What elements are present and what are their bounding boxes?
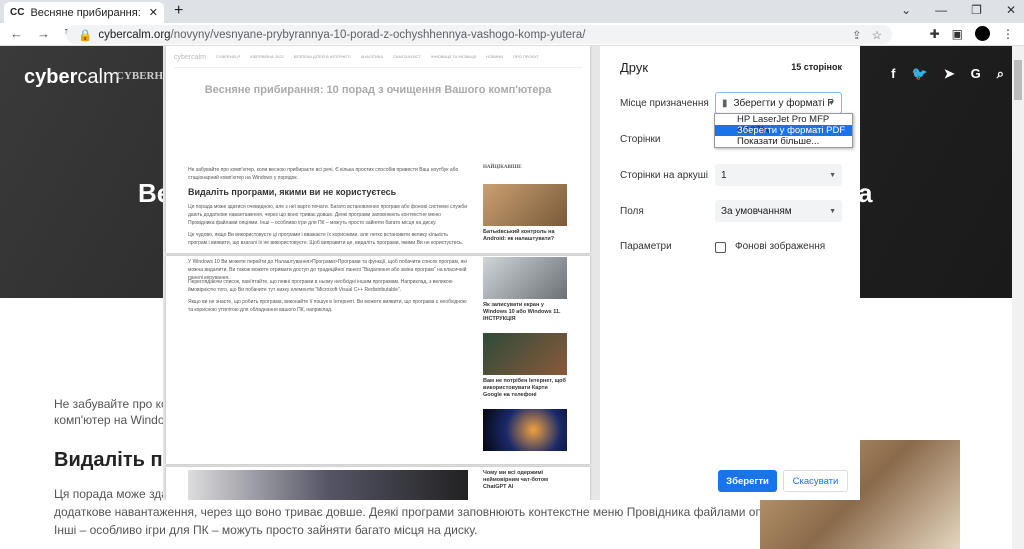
margins-select[interactable]: За умовчанням ▼ bbox=[715, 200, 842, 222]
menu-icon[interactable]: ⋮ bbox=[1002, 27, 1014, 41]
pages-per-sheet-value: 1 bbox=[721, 169, 727, 181]
search-icon[interactable]: ⌕ bbox=[997, 66, 1004, 82]
print-preview[interactable]: cybercalm CYBERHELP КІБЕРВІЙНА 2022 БЕЗПЕК… bbox=[163, 46, 600, 500]
address-bar[interactable]: 🔒 cybercalm.org/novyny/vesnyane-prybyran… bbox=[66, 25, 892, 44]
url-host: cybercalm.org bbox=[98, 28, 171, 41]
background-graphics-checkbox[interactable] bbox=[715, 242, 726, 253]
telegram-icon[interactable]: ➤ bbox=[944, 66, 955, 82]
browser-tab[interactable]: CC Весняне прибирання: 10 порад ✕ bbox=[4, 2, 164, 23]
destination-select[interactable]: ▮ Зберегти у форматі P ▼ bbox=[715, 92, 842, 114]
extensions-icon[interactable]: ✚ bbox=[930, 27, 940, 41]
cancel-button[interactable]: Скасувати bbox=[783, 470, 848, 492]
dropdown-arrow-icon: ▼ bbox=[829, 207, 836, 215]
destination-value: Зберегти у форматі P bbox=[733, 97, 835, 109]
pages-per-sheet-select[interactable]: 1 ▼ bbox=[715, 164, 842, 186]
google-icon[interactable]: G bbox=[971, 66, 981, 82]
preview-heading: Видаліть програми, якими ви не користуєт… bbox=[188, 187, 397, 197]
tab-strip: CC Весняне прибирання: 10 порад ✕ + ⌄ — ❐ ✕ bbox=[0, 0, 1024, 23]
bookmark-star-icon[interactable]: ☆ bbox=[872, 28, 882, 42]
background-graphics-label[interactable]: Фонові зображення bbox=[735, 241, 825, 252]
preview-logo: cybercalm bbox=[174, 54, 206, 61]
article-title-right: а bbox=[858, 178, 873, 208]
tab-title: Весняне прибирання: 10 порад bbox=[30, 6, 142, 19]
minimize-button[interactable]: — bbox=[935, 3, 947, 17]
print-title: Друк bbox=[620, 60, 649, 75]
option-show-more[interactable]: Показати більше... bbox=[715, 136, 852, 147]
para-line-3: Інші – особливо ігри для ПК – можуть про… bbox=[54, 523, 478, 537]
preview-paragraph: Це чудово, якщо Ви використовуєте ці про… bbox=[188, 232, 464, 246]
side-panel-icon[interactable]: ▣ bbox=[952, 27, 963, 41]
option-save-pdf[interactable]: Зберегти у форматі PDF bbox=[715, 125, 852, 136]
preview-page-1: cybercalm CYBERHELP КІБЕРВІЙНА 2022 БЕЗПЕК… bbox=[166, 46, 590, 253]
forward-button[interactable]: → bbox=[37, 26, 50, 42]
preview-page-2: У Windows 10 Ви можете перейти до Налашт… bbox=[166, 256, 590, 464]
maximize-button[interactable]: ❐ bbox=[971, 3, 982, 17]
preview-page-3: Чому ми всі одержимі неймовірним чат-бот… bbox=[166, 467, 590, 500]
preview-intro: Не забувайте про комп'ютер, коли весною … bbox=[188, 167, 459, 181]
twitter-icon[interactable]: 🐦 bbox=[912, 66, 928, 82]
preview-paragraph: Якщо ви не знаєте, що робить програма, в… bbox=[188, 299, 467, 313]
lock-icon: 🔒 bbox=[78, 29, 93, 42]
preview-title: Весняне прибирання: 10 порад з очищення … bbox=[204, 84, 552, 96]
preview-paragraph: Ця порада може здатися очевидною, але з … bbox=[188, 204, 468, 226]
sidebar-thumb bbox=[483, 257, 567, 299]
save-button[interactable]: Зберегти bbox=[718, 470, 777, 492]
option-hp-printer[interactable]: HP LaserJet Pro MFP M127fw bbox=[715, 114, 852, 136]
sidebar-item-title: Вам не потрібен Інтернет, щоб використов… bbox=[483, 378, 566, 398]
profile-avatar[interactable] bbox=[975, 26, 990, 41]
facebook-icon[interactable]: f bbox=[891, 66, 895, 82]
share-icon[interactable]: ⇪ bbox=[852, 28, 862, 42]
margins-value: За умовчанням bbox=[721, 205, 792, 217]
page-count: 15 сторінок bbox=[791, 62, 842, 72]
sidebar-item-title: Як записувати екран у Windows 10 або Win… bbox=[483, 302, 561, 322]
preview-paragraph: Переглядаючи список, пам'ятайте, що певн… bbox=[188, 279, 453, 293]
favicon-icon: CC bbox=[10, 7, 25, 18]
document-icon: ▮ bbox=[722, 97, 728, 109]
new-tab-button[interactable]: + bbox=[174, 2, 183, 20]
browser-toolbar: ←→↻ 🔒 cybercalm.org/novyny/vesnyane-pryb… bbox=[0, 23, 1024, 46]
sidebar-thumb bbox=[483, 184, 567, 226]
back-button[interactable]: ← bbox=[10, 26, 23, 42]
page-scrollbar[interactable] bbox=[1012, 46, 1024, 549]
sidebar-item-title: Батьківський контроль на Android: як нал… bbox=[483, 229, 555, 242]
sidebar-item-title: Чому ми всі одержимі неймовірним чат-бот… bbox=[483, 470, 549, 490]
dropdown-arrow-icon: ▼ bbox=[828, 99, 835, 107]
margins-label: Поля bbox=[620, 206, 644, 217]
url-path: /novyny/vesnyane-prybyrannya-10-porad-z-… bbox=[170, 28, 586, 41]
close-tab-icon[interactable]: ✕ bbox=[149, 6, 158, 19]
dropdown-arrow-icon: ▼ bbox=[829, 171, 836, 179]
site-logo[interactable]: cybercalm bbox=[24, 66, 120, 89]
section-heading: Видаліть пр bbox=[54, 449, 175, 471]
pages-per-sheet-label: Сторінки на аркуші bbox=[620, 170, 709, 181]
intro-line-2: комп'ютер на Windows bbox=[54, 413, 180, 427]
destination-dropdown[interactable]: HP LaserJet Pro MFP M127fw Зберегти у фо… bbox=[714, 113, 853, 148]
sidebar-thumb bbox=[483, 333, 567, 375]
sidebar-thumb bbox=[483, 409, 567, 451]
destination-label: Місце призначення bbox=[620, 98, 709, 109]
pages-label: Сторінки bbox=[620, 134, 661, 145]
close-window-button[interactable]: ✕ bbox=[1006, 3, 1016, 17]
options-label: Параметри bbox=[620, 241, 672, 252]
chevron-down-icon[interactable]: ⌄ bbox=[901, 3, 911, 17]
preview-sidebar-heading: НАЙЦІКАВІШЕ bbox=[483, 165, 522, 170]
